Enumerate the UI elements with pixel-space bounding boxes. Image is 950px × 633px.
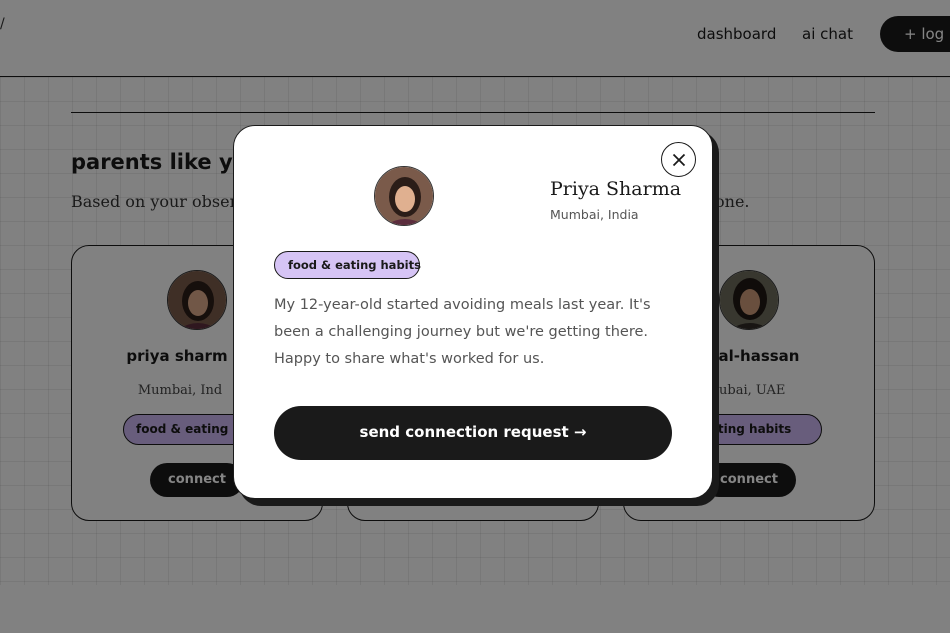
modal-name: Priya Sharma bbox=[550, 178, 682, 200]
close-button[interactable] bbox=[661, 142, 696, 177]
modal-bio: My 12-year-old started avoiding meals la… bbox=[274, 297, 651, 367]
modal-topic-tag: food & eating habits bbox=[274, 251, 421, 279]
profile-modal: Priya Sharma Mumbai, India food & eating… bbox=[233, 125, 713, 499]
send-connection-request-button[interactable]: send connection request → bbox=[274, 406, 672, 460]
modal-avatar bbox=[374, 166, 434, 226]
close-icon bbox=[672, 153, 686, 167]
modal-location: Mumbai, India bbox=[550, 207, 639, 222]
